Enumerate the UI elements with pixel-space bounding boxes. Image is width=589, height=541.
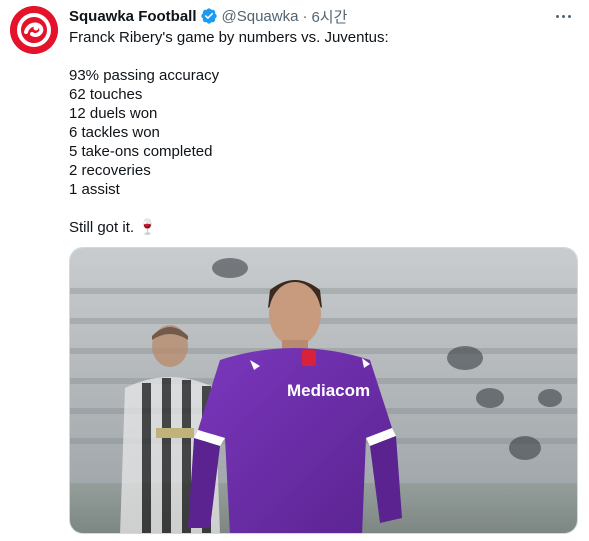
more-horizontal-icon [555, 14, 559, 18]
author-avatar[interactable] [10, 6, 58, 54]
tweet-timestamp[interactable]: 6시간 [311, 6, 347, 27]
author-display-name[interactable]: Squawka Football [69, 8, 197, 25]
jersey-sponsor-text: Mediacom [287, 381, 370, 400]
tweet-text-line: 6 tackles won [69, 124, 160, 141]
more-options-button[interactable] [551, 6, 575, 26]
tweet-text-line: 12 duels won [69, 105, 158, 122]
tweet-text-blank [69, 199, 569, 218]
tweet-header: Squawka Football @Squawka · 6시간 [69, 6, 347, 26]
tweet-text-line: 93% passing accuracy [69, 67, 220, 84]
tweet-text-line: Franck Ribery's game by numbers vs. Juve… [69, 29, 389, 46]
photo-ribery-fiorentina: Mediacom [70, 248, 577, 533]
tweet-text-line: Still got it. 🍷 [69, 219, 157, 236]
tweet-text-line: 2 recoveries [69, 162, 151, 179]
tweet-text-blank [69, 47, 569, 66]
verified-badge-icon [200, 7, 218, 25]
tweet-text-line: 62 touches [69, 86, 143, 103]
tweet-text: Franck Ribery's game by numbers vs. Juve… [69, 28, 569, 237]
tweet-text-line: 1 assist [69, 181, 120, 198]
more-dot [567, 14, 571, 18]
author-handle[interactable]: @Squawka [222, 8, 299, 25]
tweet-photo[interactable]: Mediacom [69, 247, 578, 534]
tweet-text-line: 5 take-ons completed [69, 143, 213, 160]
header-separator: · [302, 7, 308, 25]
more-dot [561, 14, 565, 18]
squawka-logo-icon [10, 6, 58, 54]
tweet-card[interactable]: Squawka Football @Squawka · 6시간 Franck R… [0, 0, 589, 541]
